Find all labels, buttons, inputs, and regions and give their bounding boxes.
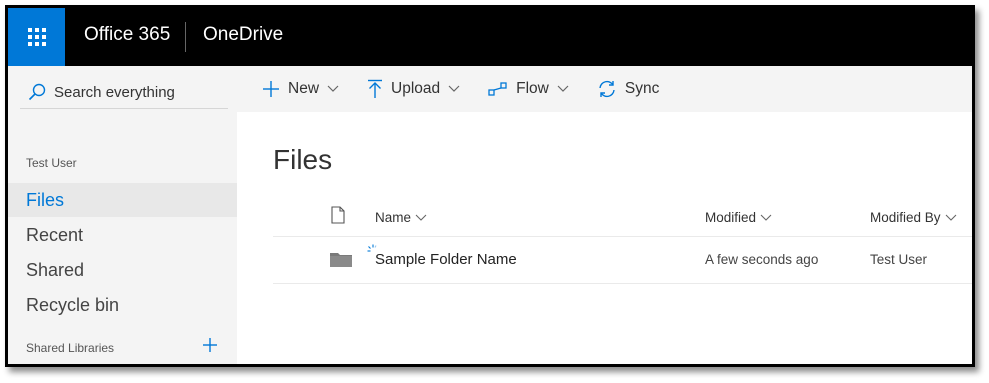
new-label: New bbox=[288, 80, 320, 97]
upload-icon bbox=[367, 79, 383, 99]
nav-item-recycle-bin[interactable]: Recycle bin bbox=[8, 288, 237, 322]
column-header-modified[interactable]: Modified bbox=[705, 210, 772, 225]
nav-item-shared[interactable]: Shared bbox=[8, 253, 237, 287]
search-placeholder: Search everything bbox=[54, 83, 175, 101]
shared-libraries-heading: Shared Libraries bbox=[26, 341, 115, 355]
file-type-icon[interactable] bbox=[331, 206, 345, 227]
sync-button[interactable]: Sync bbox=[597, 66, 667, 112]
upload-button[interactable]: Upload bbox=[367, 66, 468, 112]
new-button[interactable]: New bbox=[262, 66, 347, 112]
nav-item-label: Recent bbox=[26, 225, 84, 245]
nav-item-label: Recycle bin bbox=[26, 295, 120, 315]
row-modified: A few seconds ago bbox=[705, 252, 819, 267]
suite-separator bbox=[185, 22, 186, 52]
sync-icon bbox=[597, 79, 617, 99]
chevron-down-icon bbox=[760, 214, 772, 221]
flow-button[interactable]: Flow bbox=[488, 66, 577, 112]
nav-user-heading: Test User bbox=[26, 156, 77, 170]
column-header-modified-by-label: Modified By bbox=[870, 210, 941, 225]
chevron-down-icon bbox=[557, 85, 569, 93]
row-modified-by: Test User bbox=[870, 252, 928, 267]
suite-bar: Office 365 OneDrive bbox=[8, 8, 972, 66]
app-launcher-button[interactable] bbox=[8, 8, 65, 66]
office-365-link[interactable]: Office 365 bbox=[84, 24, 170, 46]
nav-item-label: Files bbox=[26, 190, 65, 210]
chevron-down-icon bbox=[327, 85, 339, 93]
chevron-down-icon bbox=[415, 214, 427, 221]
column-header-modified-by[interactable]: Modified By bbox=[870, 210, 957, 225]
column-header-name-label: Name bbox=[375, 210, 412, 225]
list-header: Name Modified Modified By bbox=[273, 198, 972, 237]
plus-icon bbox=[203, 338, 217, 352]
table-row[interactable]: Sample Folder Name A few seconds ago Tes… bbox=[273, 237, 972, 284]
nav-item-label: Shared bbox=[26, 260, 85, 280]
folder-icon bbox=[330, 251, 352, 270]
plus-icon bbox=[262, 80, 280, 98]
command-bar: New Upload Flow Sync bbox=[237, 66, 972, 112]
search-icon bbox=[28, 83, 46, 101]
page-title: Files bbox=[273, 144, 333, 175]
column-header-modified-label: Modified bbox=[705, 210, 757, 225]
add-library-button[interactable] bbox=[202, 334, 218, 358]
nav-item-recent[interactable]: Recent bbox=[8, 218, 237, 252]
left-nav: Search everything Test User Files Recent… bbox=[8, 66, 237, 364]
upload-label: Upload bbox=[391, 80, 441, 97]
onedrive-window: Office 365 OneDrive Search everything Te… bbox=[5, 5, 975, 367]
app-title[interactable]: OneDrive bbox=[203, 24, 283, 46]
chevron-down-icon bbox=[945, 214, 956, 221]
chevron-down-icon bbox=[448, 85, 460, 93]
sync-label: Sync bbox=[624, 80, 660, 97]
waffle-icon bbox=[27, 28, 46, 46]
search-box[interactable]: Search everything bbox=[20, 76, 228, 109]
flow-label: Flow bbox=[516, 80, 549, 97]
nav-item-files[interactable]: Files bbox=[8, 183, 237, 217]
column-header-name[interactable]: Name bbox=[375, 210, 427, 225]
flow-icon bbox=[488, 81, 508, 97]
row-name[interactable]: Sample Folder Name bbox=[375, 251, 517, 268]
